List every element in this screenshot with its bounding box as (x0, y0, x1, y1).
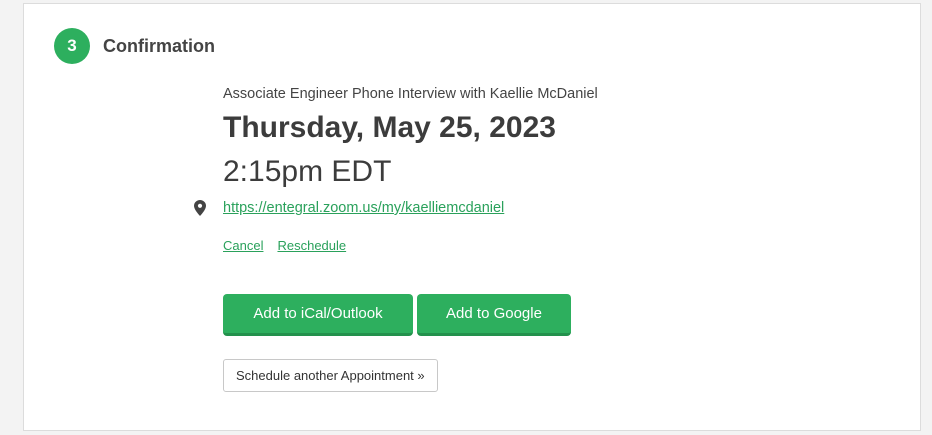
appointment-action-links: Cancel Reschedule (223, 237, 598, 255)
appointment-time: 2:15pm EDT (223, 155, 392, 188)
step-header: 3 Confirmation (54, 28, 215, 64)
appointment-name: Associate Engineer Phone Interview with … (223, 86, 598, 102)
add-to-ical-outlook-button[interactable]: Add to iCal/Outlook (223, 294, 413, 336)
step-number-badge: 3 (54, 28, 90, 64)
location-row: https://entegral.zoom.us/my/kaelliemcdan… (194, 199, 598, 219)
map-pin-icon (194, 200, 206, 216)
location-link[interactable]: https://entegral.zoom.us/my/kaelliemcdan… (223, 200, 504, 216)
step-title: Confirmation (103, 35, 215, 56)
appointment-details: Associate Engineer Phone Interview with … (194, 84, 598, 392)
confirmation-panel: 3 Confirmation Associate Engineer Phone … (23, 3, 921, 431)
calendar-buttons: Add to iCal/Outlook Add to Google (223, 294, 598, 336)
cancel-link[interactable]: Cancel (223, 238, 263, 253)
add-to-google-button[interactable]: Add to Google (417, 294, 571, 336)
reschedule-link[interactable]: Reschedule (277, 238, 346, 253)
schedule-another-appointment-button[interactable]: Schedule another Appointment » (223, 359, 438, 392)
appointment-date: Thursday, May 25, 2023 (223, 111, 556, 144)
